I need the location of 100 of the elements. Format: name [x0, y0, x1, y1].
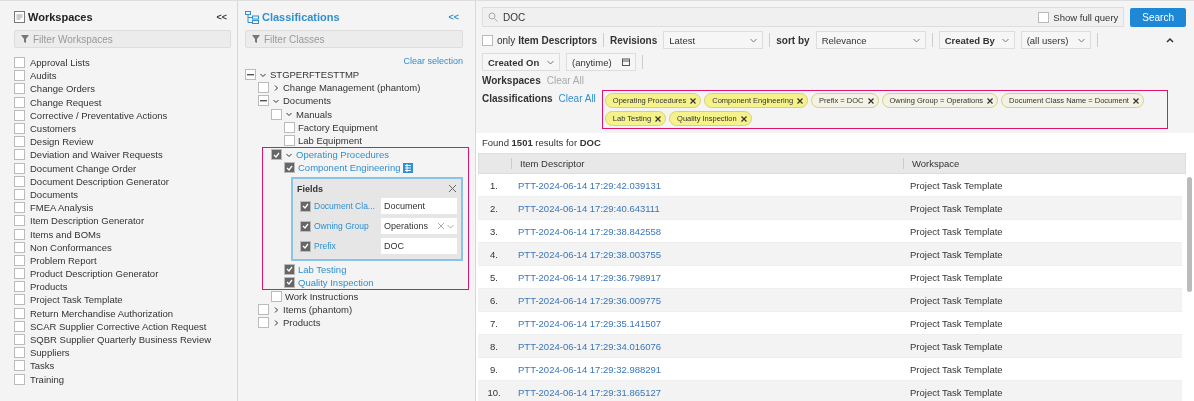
workspace-item[interactable]: Customers — [30, 123, 76, 135]
checkbox[interactable] — [14, 175, 25, 187]
checkbox[interactable] — [14, 83, 25, 95]
checkbox[interactable] — [284, 121, 295, 133]
item-link[interactable]: PTT-2024-06-14 17:29:36.009775 — [510, 294, 902, 306]
workspace-item[interactable]: Training — [30, 373, 64, 385]
checkbox[interactable] — [14, 294, 25, 306]
workspace-item[interactable]: Change Request — [30, 96, 102, 108]
close-icon[interactable] — [448, 184, 457, 193]
column-header[interactable]: Workspace — [903, 158, 1185, 169]
calendar-icon[interactable] — [622, 58, 630, 66]
checkbox[interactable] — [258, 317, 269, 329]
checkbox[interactable] — [258, 82, 269, 94]
item-link[interactable]: PTT-2024-06-14 17:29:36.798917 — [510, 271, 902, 283]
checkbox[interactable] — [14, 268, 25, 280]
workspace-item[interactable]: Suppliers — [30, 347, 70, 359]
column-header[interactable]: Item Descriptor — [511, 158, 903, 169]
item-link[interactable]: PTT-2024-06-14 17:29:34.016076 — [510, 340, 902, 352]
checkbox[interactable] — [14, 96, 25, 108]
checkbox[interactable] — [14, 123, 25, 135]
workspace-item[interactable]: Corrective / Preventative Actions — [30, 109, 168, 121]
workspace-item[interactable]: Documents — [30, 188, 79, 200]
workspace-item[interactable]: Tasks — [30, 360, 55, 372]
checkbox[interactable] — [258, 95, 269, 107]
checkbox[interactable] — [14, 334, 25, 346]
workspace-item[interactable]: Deviation and Waiver Requests — [30, 149, 163, 161]
checkbox[interactable] — [271, 149, 282, 161]
created-by-select[interactable]: Created By — [938, 31, 1015, 49]
workspace-item[interactable]: Non Conformances — [30, 241, 112, 253]
remove-icon[interactable] — [655, 115, 662, 122]
checkbox[interactable] — [284, 135, 295, 147]
chevron-right-icon[interactable] — [272, 83, 280, 92]
workspace-item[interactable]: SQBR Supplier Quarterly Business Review — [30, 334, 212, 346]
checkbox[interactable] — [482, 34, 493, 46]
list-icon[interactable] — [403, 162, 414, 173]
workspace-item[interactable]: Items and BOMs — [30, 228, 101, 240]
workspace-item[interactable]: Problem Report — [30, 254, 97, 266]
checkbox[interactable] — [14, 149, 25, 161]
workspace-item[interactable]: Document Change Order — [30, 162, 137, 174]
checkbox[interactable] — [258, 304, 269, 316]
checkbox[interactable] — [300, 240, 311, 252]
tree-item[interactable]: Products — [283, 317, 321, 329]
sort-select[interactable]: Relevance — [815, 31, 926, 49]
checkbox[interactable] — [284, 263, 295, 275]
checkbox[interactable] — [14, 70, 25, 82]
checkbox[interactable] — [14, 241, 25, 253]
item-link[interactable]: PTT-2024-06-14 17:29:38.842558 — [510, 225, 902, 237]
checkbox[interactable] — [14, 347, 25, 359]
checkbox[interactable] — [14, 373, 25, 385]
filter-field[interactable]: Filter Classes — [245, 30, 463, 48]
revisions-select[interactable]: Latest — [663, 31, 764, 49]
checkbox[interactable] — [14, 136, 25, 148]
checkbox[interactable] — [14, 320, 25, 332]
checkbox[interactable] — [284, 276, 295, 288]
checkbox[interactable] — [245, 69, 256, 81]
tree-item[interactable]: Lab Equipment — [298, 135, 362, 147]
checkbox[interactable] — [14, 162, 25, 174]
input-field[interactable]: DOC — [381, 238, 457, 254]
remove-icon[interactable] — [1132, 97, 1139, 104]
remove-icon[interactable] — [740, 115, 747, 122]
clear-icon[interactable] — [438, 223, 444, 229]
item-link[interactable]: PTT-2024-06-14 17:29:35.141507 — [510, 317, 902, 329]
item-link[interactable]: PTT-2024-06-14 17:29:38.003755 — [510, 248, 902, 260]
users-select[interactable]: (all users) — [1020, 31, 1091, 49]
tree-item[interactable]: Work Instructions — [285, 290, 359, 302]
checkbox[interactable] — [14, 57, 25, 69]
search-button[interactable]: Search — [1130, 7, 1186, 27]
workspace-item[interactable]: Product Description Generator — [30, 268, 159, 280]
workspace-item[interactable]: Design Review — [30, 136, 94, 148]
checkbox[interactable] — [14, 254, 25, 266]
checkbox[interactable] — [1038, 11, 1050, 23]
remove-icon[interactable] — [690, 97, 697, 104]
checkbox[interactable] — [14, 109, 25, 121]
workspace-item[interactable]: Change Orders — [30, 83, 95, 95]
workspace-item[interactable]: Document Description Generator — [30, 175, 169, 187]
checkbox[interactable] — [14, 281, 25, 293]
chevron-right-icon[interactable] — [272, 318, 280, 327]
item-link[interactable]: PTT-2024-06-14 17:29:31.865127 — [510, 386, 902, 398]
workspace-item[interactable]: SCAR Supplier Corrective Action Request — [30, 320, 207, 332]
tree-item[interactable]: Items (phantom) — [283, 304, 353, 316]
select-field[interactable]: Operations — [381, 218, 457, 234]
workspace-item[interactable]: Audits — [30, 70, 57, 82]
input-field[interactable]: Document — [381, 198, 457, 214]
chevron-right-icon[interactable] — [272, 305, 280, 314]
search-field[interactable]: DOC Show full query — [482, 7, 1125, 27]
checkbox[interactable] — [300, 220, 311, 232]
workspace-item[interactable]: Return Merchandise Authorization — [30, 307, 174, 319]
caret-up-icon[interactable] — [1166, 37, 1174, 43]
collapse-button[interactable]: << — [212, 12, 231, 22]
checkbox[interactable] — [271, 108, 282, 120]
workspace-item[interactable]: Products — [30, 281, 68, 293]
tree-item[interactable]: Documents — [283, 95, 332, 107]
checkbox[interactable] — [14, 215, 25, 227]
workspace-item[interactable]: Project Task Template — [30, 294, 123, 306]
tree-item[interactable]: Manuals — [296, 108, 332, 120]
checkbox[interactable] — [300, 200, 311, 212]
checkbox[interactable] — [284, 162, 295, 174]
remove-icon[interactable] — [867, 97, 874, 104]
tree-item[interactable]: Factory Equipment — [298, 121, 378, 133]
checkbox[interactable] — [14, 228, 25, 240]
